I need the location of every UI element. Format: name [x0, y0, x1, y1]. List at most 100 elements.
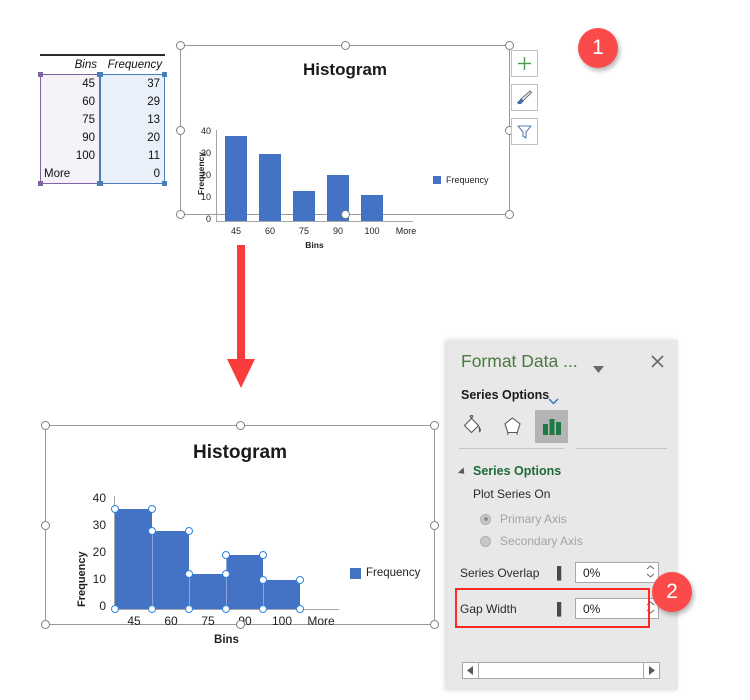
chart-handle-top-right[interactable] — [505, 41, 514, 50]
bar-60[interactable] — [259, 154, 281, 221]
bar-45[interactable] — [225, 136, 247, 221]
radio-secondary-axis[interactable]: Secondary Axis — [480, 534, 583, 548]
pane-horizontal-scrollbar[interactable] — [462, 662, 660, 679]
series-point-handle[interactable] — [222, 605, 230, 613]
slider-thumb-icon[interactable]: ▌ — [557, 566, 575, 580]
funnel-icon — [517, 124, 532, 139]
tab-effects[interactable] — [496, 410, 529, 443]
x-axis-label: Bins — [214, 634, 239, 646]
histogram-chart-zero-gap[interactable]: Histogram Frequency 0 10 20 30 40 45 60 … — [41, 421, 439, 646]
radio-button-icon — [480, 535, 491, 547]
series-point-handle[interactable] — [185, 605, 193, 613]
stepper-up-icon[interactable] — [646, 565, 655, 570]
chart-handle-top-right[interactable] — [430, 421, 439, 430]
series-point-handle[interactable] — [296, 605, 304, 613]
bins-column-selection[interactable]: 45 60 75 90 100 More — [38, 72, 102, 186]
series-point-handle[interactable] — [148, 505, 156, 513]
chart-handle-bottom-left[interactable] — [176, 210, 185, 219]
series-point-handle[interactable] — [185, 527, 193, 535]
active-tab-caret-icon — [563, 443, 577, 449]
chart-handle-top-center[interactable] — [236, 421, 245, 430]
pentagon-effects-icon — [504, 417, 521, 435]
pane-header: Format Data ... — [447, 340, 678, 385]
frequency-column-selection[interactable]: 37 29 13 20 11 0 — [98, 72, 167, 186]
series-point-handle[interactable] — [259, 576, 267, 584]
series-overlap-input[interactable]: 0% — [575, 562, 659, 583]
selection-handle[interactable] — [98, 72, 103, 77]
chart-handle-bottom-right[interactable] — [430, 620, 439, 629]
paint-bucket-icon — [463, 415, 481, 434]
bar-90[interactable] — [226, 555, 263, 609]
series-point-handle[interactable] — [148, 527, 156, 535]
x-tick-0: 45 — [230, 226, 241, 236]
series-options-dropdown-button[interactable] — [548, 392, 559, 410]
radio-primary-axis[interactable]: Primary Axis — [480, 512, 567, 526]
chart-handle-bottom-left[interactable] — [41, 620, 50, 629]
scrollbar-track[interactable] — [479, 662, 643, 679]
chart-handle-top-left[interactable] — [176, 41, 185, 50]
pane-close-button[interactable] — [651, 355, 664, 373]
source-data-table[interactable]: Bins Frequency 45 60 75 90 100 More 37 2… — [38, 54, 167, 186]
selection-handle[interactable] — [162, 72, 167, 77]
chart-handle-top-center[interactable] — [341, 41, 350, 50]
series-point-handle[interactable] — [259, 605, 267, 613]
bar-100[interactable] — [361, 195, 383, 221]
x-tick-3: 90 — [332, 226, 343, 236]
tab-series-options[interactable] — [535, 410, 568, 443]
table-body: 45 60 75 90 100 More 37 29 13 20 11 0 — [38, 72, 167, 186]
scroll-left-button[interactable] — [462, 662, 479, 679]
series-point-handle[interactable] — [296, 576, 304, 584]
x-tick-1: 60 — [264, 226, 275, 236]
chart-handle-bottom-center[interactable] — [236, 620, 245, 629]
tab-fill-and-line[interactable] — [457, 410, 490, 443]
section-expand-triangle-icon[interactable] — [457, 467, 468, 477]
cell-bins-5: More — [44, 168, 71, 180]
caret-left-icon — [467, 666, 473, 675]
series-point-handle[interactable] — [222, 570, 230, 578]
bar-75[interactable] — [293, 191, 315, 221]
selection-handle[interactable] — [38, 181, 43, 186]
series-point-handle[interactable] — [222, 551, 230, 559]
chart-styles-button[interactable] — [511, 84, 538, 111]
x-tick-5: More — [307, 614, 335, 628]
chart-handle-middle-left[interactable] — [176, 126, 185, 135]
series-overlap-stepper[interactable] — [646, 565, 655, 578]
chart-legend[interactable]: Frequency — [433, 175, 489, 185]
chart-handle-bottom-center[interactable] — [341, 210, 350, 219]
chart-handle-middle-left[interactable] — [41, 521, 50, 530]
selection-handle[interactable] — [98, 181, 103, 186]
chart-handle-top-left[interactable] — [41, 421, 50, 430]
chart-legend[interactable]: Frequency — [350, 567, 420, 579]
x-axis-line — [216, 221, 413, 222]
y-axis-label: Frequency — [196, 152, 206, 195]
pane-dropdown-button[interactable] — [593, 361, 604, 379]
cell-bins-3: 90 — [82, 132, 95, 144]
chart-handle-bottom-right[interactable] — [505, 210, 514, 219]
bar-100[interactable] — [263, 580, 300, 609]
series-point-handle[interactable] — [185, 570, 193, 578]
bar-60[interactable] — [152, 531, 189, 609]
bar-75[interactable] — [189, 574, 226, 609]
scroll-right-button[interactable] — [643, 662, 660, 679]
series-point-handle[interactable] — [148, 605, 156, 613]
series-point-handle[interactable] — [259, 551, 267, 559]
cell-bins-4: 100 — [75, 150, 95, 162]
bar-45[interactable] — [115, 509, 152, 609]
stepper-down-icon[interactable] — [646, 573, 655, 578]
histogram-chart-default-gap[interactable]: Histogram Frequency 0 10 20 30 40 45 60 … — [176, 41, 514, 250]
chart-handle-middle-right[interactable] — [430, 521, 439, 530]
series-point-handle[interactable] — [111, 605, 119, 613]
cell-frequency-1: 29 — [147, 96, 160, 108]
bar-chart-icon — [542, 418, 561, 435]
cell-frequency-3: 20 — [147, 132, 160, 144]
chart-elements-button[interactable] — [511, 50, 538, 77]
series-point-handle[interactable] — [111, 505, 119, 513]
y-tick-4: 40 — [92, 491, 106, 505]
chart-filters-button[interactable] — [511, 118, 538, 145]
selection-handle[interactable] — [38, 72, 43, 77]
red-down-arrow — [224, 245, 258, 395]
chart-side-buttons — [511, 50, 538, 145]
selection-handle[interactable] — [162, 181, 167, 186]
x-tick-5: More — [395, 226, 417, 236]
chevron-down-icon — [548, 398, 559, 405]
